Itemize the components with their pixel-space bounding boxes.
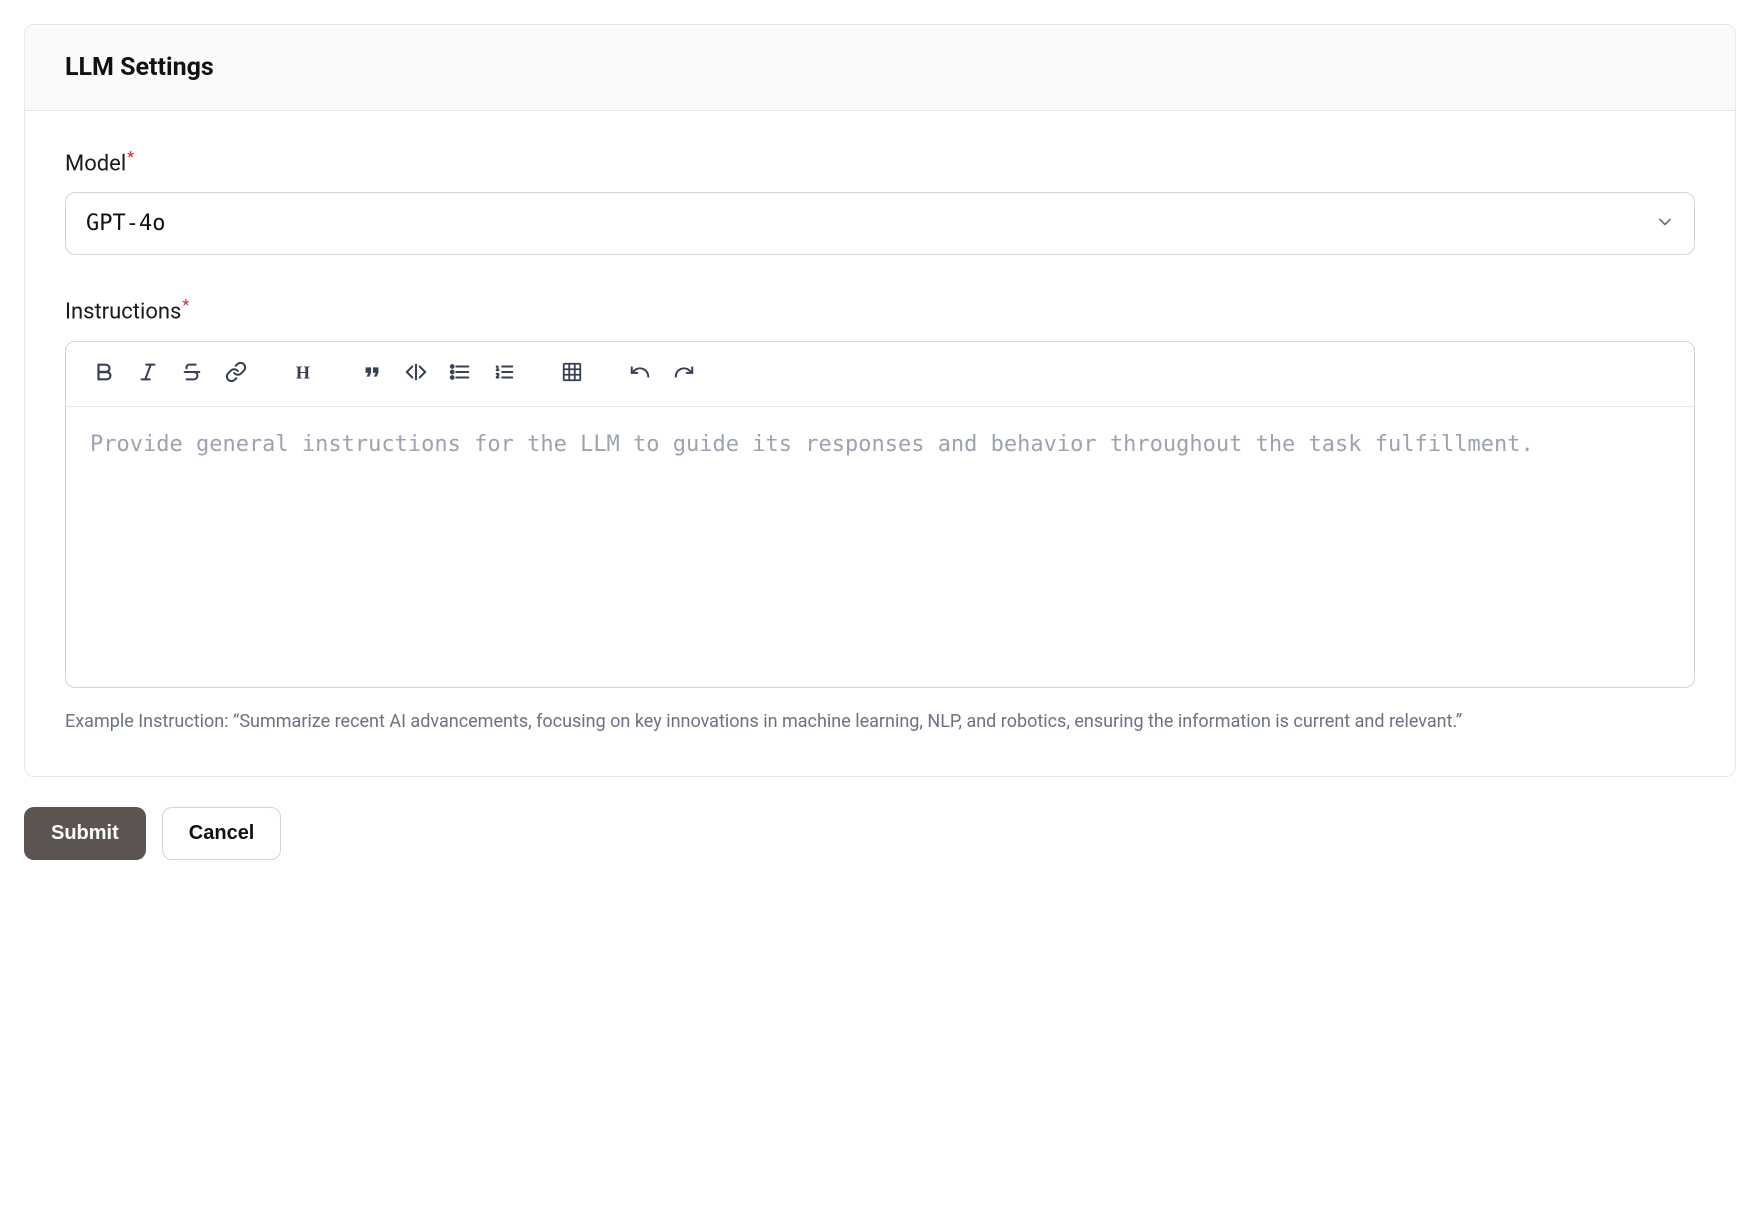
model-select[interactable]: GPT-4o xyxy=(65,192,1695,255)
model-label-text: Model xyxy=(65,151,126,176)
editor-toolbar: H xyxy=(66,342,1694,407)
instructions-label-text: Instructions xyxy=(65,300,181,325)
link-button[interactable] xyxy=(216,354,256,394)
quote-button[interactable] xyxy=(352,354,392,394)
required-indicator: * xyxy=(127,147,134,166)
undo-icon xyxy=(629,361,651,386)
panel-body: Model* GPT-4o Instructions* xyxy=(25,111,1735,776)
instructions-label: Instructions* xyxy=(65,295,1695,324)
panel-title: LLM Settings xyxy=(65,53,1695,82)
heading-icon: H xyxy=(293,361,315,386)
unordered-list-button[interactable] xyxy=(440,354,480,394)
unordered-list-icon xyxy=(449,361,471,386)
instructions-field: Instructions* xyxy=(65,295,1695,735)
code-button[interactable] xyxy=(396,354,436,394)
form-footer: Submit Cancel xyxy=(24,807,1736,860)
italic-icon xyxy=(137,361,159,386)
instructions-textarea[interactable]: Provide general instructions for the LLM… xyxy=(66,407,1694,687)
quote-icon xyxy=(361,361,383,386)
redo-button[interactable] xyxy=(664,354,704,394)
undo-button[interactable] xyxy=(620,354,660,394)
instructions-editor: H xyxy=(65,341,1695,688)
model-select-wrapper: GPT-4o xyxy=(65,192,1695,255)
model-label: Model* xyxy=(65,147,1695,176)
table-icon xyxy=(561,361,583,386)
table-button[interactable] xyxy=(552,354,592,394)
cancel-button[interactable]: Cancel xyxy=(162,807,282,860)
bold-button[interactable] xyxy=(84,354,124,394)
code-icon xyxy=(405,361,427,386)
submit-button[interactable]: Submit xyxy=(24,807,146,860)
redo-icon xyxy=(673,361,695,386)
svg-text:H: H xyxy=(296,363,310,383)
heading-button[interactable]: H xyxy=(284,354,324,394)
strikethrough-button[interactable] xyxy=(172,354,212,394)
instructions-help-text: Example Instruction: “Summarize recent A… xyxy=(65,708,1695,736)
model-field: Model* GPT-4o xyxy=(65,147,1695,255)
italic-button[interactable] xyxy=(128,354,168,394)
panel-header: LLM Settings xyxy=(25,25,1735,111)
required-indicator: * xyxy=(182,295,189,314)
strikethrough-icon xyxy=(181,361,203,386)
link-icon xyxy=(225,361,247,386)
ordered-list-button[interactable] xyxy=(484,354,524,394)
ordered-list-icon xyxy=(493,361,515,386)
instructions-placeholder: Provide general instructions for the LLM… xyxy=(90,432,1534,457)
bold-icon xyxy=(93,361,115,386)
llm-settings-panel: LLM Settings Model* GPT-4o Instructions* xyxy=(24,24,1736,777)
